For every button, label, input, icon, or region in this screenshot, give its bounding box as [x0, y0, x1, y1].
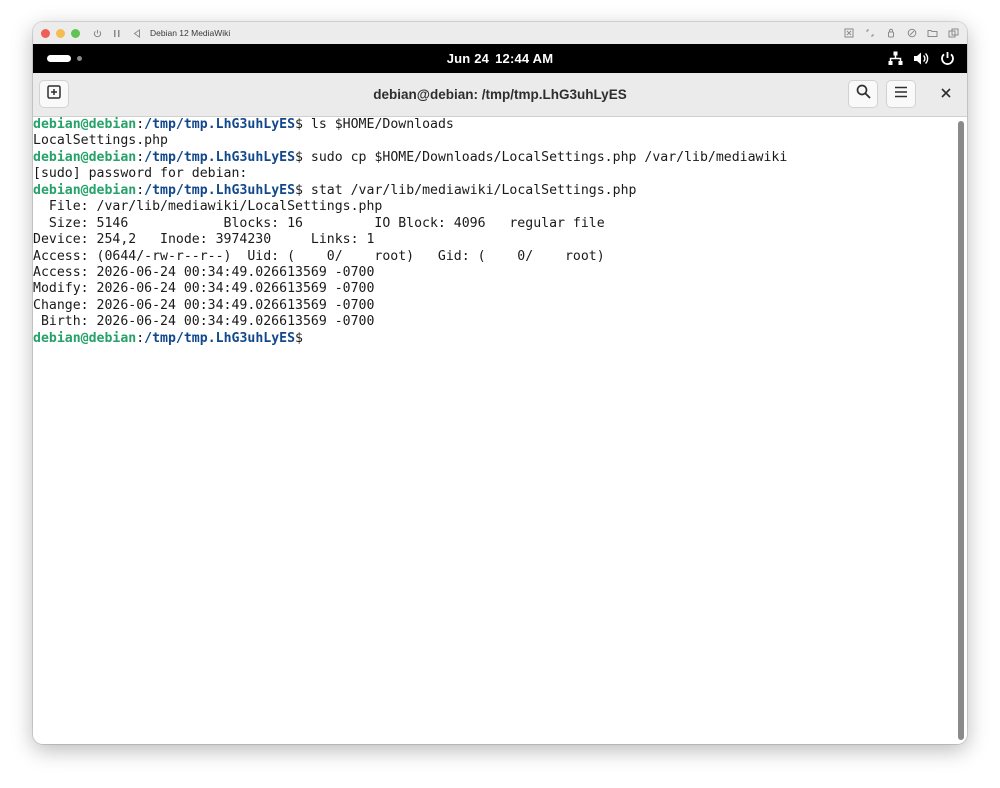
terminal-output: debian@debian:/tmp/tmp.LhG3uhLyES$ ls $H…: [33, 117, 955, 347]
output-line: [sudo] password for debian:: [33, 166, 248, 182]
power-icon[interactable]: [939, 50, 955, 66]
prompt-separator: :: [136, 330, 145, 346]
screenshot-icon[interactable]: [843, 28, 854, 39]
vm-title: Debian 12 MediaWiki: [150, 28, 231, 38]
terminal-headerbar: debian@debian: /tmp/tmp.LhG3uhLyES: [33, 73, 967, 117]
back-icon[interactable]: [132, 27, 142, 39]
folder-icon[interactable]: [927, 28, 938, 39]
vm-window: Debian 12 MediaWiki Jun 24 12:44 AM debi…: [33, 22, 967, 744]
output-line: Access: (0644/-rw-r--r--) Uid: ( 0/ root…: [33, 248, 605, 264]
scrollbar[interactable]: [955, 117, 967, 744]
close-icon: [941, 85, 951, 103]
prompt-line: debian@debian:/tmp/tmp.LhG3uhLyES$ sudo …: [33, 150, 955, 166]
command-text: sudo cp $HOME/Downloads/LocalSettings.ph…: [310, 149, 788, 165]
prompt-line: debian@debian:/tmp/tmp.LhG3uhLyES$ ls $H…: [33, 117, 955, 133]
search-icon: [856, 84, 871, 104]
prompt-user: debian@debian: [33, 330, 137, 346]
network-icon[interactable]: [887, 50, 903, 66]
prompt-path: /tmp/tmp.LhG3uhLyES: [144, 330, 296, 346]
prompt-line: debian@debian:/tmp/tmp.LhG3uhLyES$ stat …: [33, 183, 955, 199]
command-text: ls $HOME/Downloads: [310, 117, 454, 132]
output-line: Access: 2026-06-24 00:34:49.026613569 -0…: [33, 264, 375, 280]
output-line: Birth: 2026-06-24 00:34:49.026613569 -07…: [33, 314, 375, 330]
clock[interactable]: Jun 24 12:44 AM: [33, 51, 967, 66]
output-line: Size: 5146 Blocks: 16 IO Block: 4096 reg…: [33, 215, 605, 231]
prompt-separator: :: [136, 149, 145, 165]
command-text: stat /var/lib/mediawiki/LocalSettings.ph…: [310, 182, 637, 198]
window-icon[interactable]: [948, 28, 959, 39]
usb-icon[interactable]: [906, 28, 917, 39]
resize-icon[interactable]: [864, 28, 875, 39]
output-line: Change: 2026-06-24 00:34:49.026613569 -0…: [33, 297, 375, 313]
terminal-title: debian@debian: /tmp/tmp.LhG3uhLyES: [373, 87, 627, 102]
search-button[interactable]: [848, 80, 878, 108]
output-line: Device: 254,2 Inode: 3974230 Links: 1: [33, 232, 375, 248]
zoom-window-button[interactable]: [71, 28, 80, 38]
prompt-path: /tmp/tmp.LhG3uhLyES: [144, 182, 296, 198]
pause-icon[interactable]: [112, 27, 122, 39]
prompt-user: debian@debian: [33, 117, 137, 132]
window-controls: [41, 28, 80, 38]
output-line: LocalSettings.php: [33, 133, 168, 149]
clock-time: 12:44 AM: [495, 51, 554, 66]
gnome-top-bar: Jun 24 12:44 AM: [33, 44, 967, 73]
power-icon[interactable]: [92, 27, 102, 39]
scrollbar-thumb[interactable]: [958, 121, 964, 740]
prompt-user: debian@debian: [33, 182, 137, 198]
system-tray[interactable]: [887, 50, 955, 66]
prompt-path: /tmp/tmp.LhG3uhLyES: [144, 149, 296, 165]
prompt-suffix: $: [295, 330, 303, 346]
close-window-button[interactable]: [41, 28, 50, 38]
prompt-separator: :: [136, 117, 145, 132]
prompt-line: debian@debian:/tmp/tmp.LhG3uhLyES$: [33, 331, 955, 347]
prompt-suffix: $: [295, 149, 311, 165]
menu-button[interactable]: [886, 80, 916, 108]
output-line: Modify: 2026-06-24 00:34:49.026613569 -0…: [33, 281, 375, 297]
clock-date: Jun 24: [446, 51, 490, 66]
prompt-separator: :: [136, 182, 145, 198]
prompt-path: /tmp/tmp.LhG3uhLyES: [144, 117, 296, 132]
hamburger-menu-icon: [894, 85, 908, 103]
minimize-window-button[interactable]: [56, 28, 65, 38]
prompt-suffix: $: [295, 182, 311, 198]
output-line: File: /var/lib/mediawiki/LocalSettings.p…: [33, 199, 383, 215]
prompt-suffix: $: [295, 117, 311, 132]
vm-titlebar: Debian 12 MediaWiki: [33, 22, 967, 45]
lock-icon[interactable]: [885, 28, 896, 39]
volume-icon[interactable]: [913, 50, 929, 66]
terminal-body[interactable]: debian@debian:/tmp/tmp.LhG3uhLyES$ ls $H…: [33, 117, 955, 744]
close-button[interactable]: [937, 85, 955, 103]
prompt-user: debian@debian: [33, 149, 137, 165]
